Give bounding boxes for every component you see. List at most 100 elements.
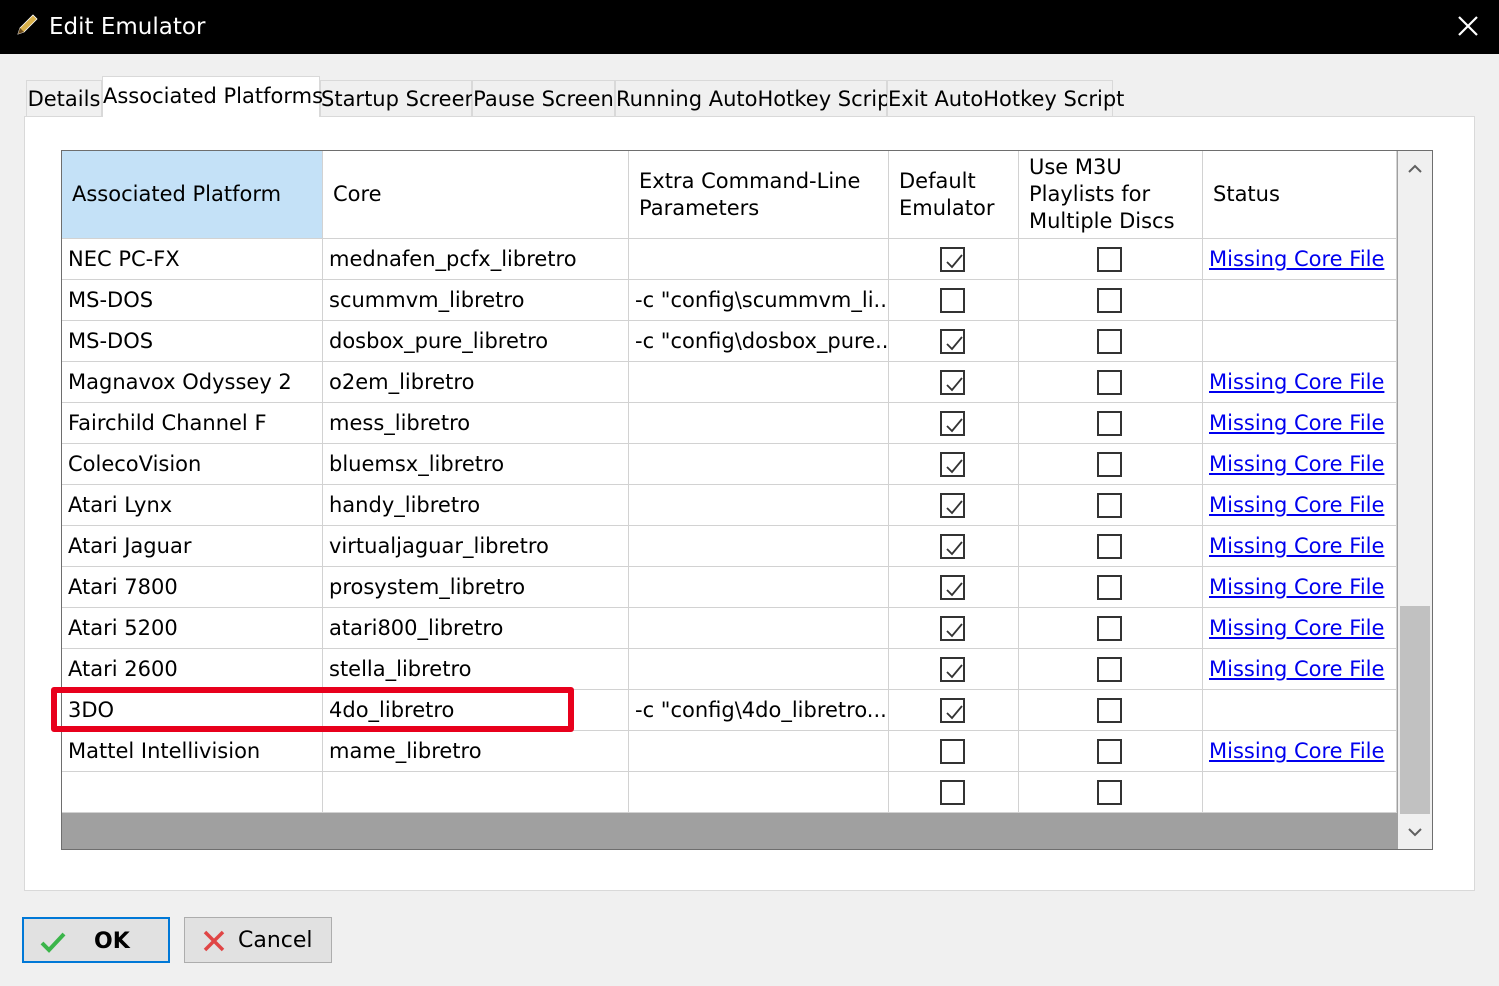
default-emulator-checkbox[interactable] [940,329,965,354]
column-header-default[interactable]: Default Emulator [889,151,1019,239]
vertical-scrollbar[interactable] [1398,151,1432,849]
cell-platform[interactable] [62,772,323,813]
cell-core[interactable]: stella_libretro [323,649,629,690]
default-emulator-checkbox[interactable] [940,616,965,641]
cell-m3u[interactable] [1019,567,1203,608]
tab-running-autohotkey-script[interactable]: Running AutoHotkey Script [615,80,899,116]
cell-m3u[interactable] [1019,239,1203,280]
default-emulator-checkbox[interactable] [940,493,965,518]
default-emulator-checkbox[interactable] [940,452,965,477]
cell-platform[interactable]: Atari Jaguar [62,526,323,567]
ok-button[interactable]: OK [22,917,170,963]
cell-m3u[interactable] [1019,403,1203,444]
cell-core[interactable]: prosystem_libretro [323,567,629,608]
cell-m3u[interactable] [1019,690,1203,731]
cell-status[interactable]: Missing Core File [1203,362,1397,403]
cell-params[interactable]: -c "config\scummvm_li... [629,280,889,321]
cell-default[interactable] [889,526,1019,567]
cell-params[interactable] [629,526,889,567]
cell-core[interactable]: handy_libretro [323,485,629,526]
m3u-playlist-checkbox[interactable] [1097,247,1122,272]
cell-status[interactable]: Missing Core File [1203,608,1397,649]
column-header-params[interactable]: Extra Command-Line Parameters [629,151,889,239]
cell-default[interactable] [889,731,1019,772]
cell-default[interactable] [889,403,1019,444]
cancel-button[interactable]: Cancel [184,917,332,963]
table-row[interactable]: Atari 2600 stella_libretro Missing Core Fi… [62,649,1397,690]
m3u-playlist-checkbox[interactable] [1097,452,1122,477]
cell-core[interactable]: dosbox_pure_libretro [323,321,629,362]
cell-platform[interactable]: NEC PC-FX [62,239,323,280]
default-emulator-checkbox[interactable] [940,780,965,805]
m3u-playlist-checkbox[interactable] [1097,575,1122,600]
m3u-playlist-checkbox[interactable] [1097,288,1122,313]
default-emulator-checkbox[interactable] [940,411,965,436]
m3u-playlist-checkbox[interactable] [1097,493,1122,518]
cell-default[interactable] [889,485,1019,526]
table-row[interactable]: Atari Jaguar virtualjaguar_libretro Missin… [62,526,1397,567]
missing-core-file-link[interactable]: Missing Core File [1209,616,1384,640]
cell-m3u[interactable] [1019,731,1203,772]
column-header-core[interactable]: Core [323,151,629,239]
chevron-up-icon[interactable] [1398,151,1432,185]
cell-params[interactable] [629,485,889,526]
cell-platform[interactable]: Mattel Intellivision [62,731,323,772]
cell-default[interactable] [889,239,1019,280]
cell-core[interactable]: virtualjaguar_libretro [323,526,629,567]
cell-params[interactable] [629,731,889,772]
cell-status[interactable] [1203,690,1397,731]
cell-core[interactable]: 4do_libretro [323,690,629,731]
default-emulator-checkbox[interactable] [940,575,965,600]
cell-params[interactable] [629,772,889,813]
m3u-playlist-checkbox[interactable] [1097,329,1122,354]
cell-params[interactable]: -c "config\dosbox_pure... [629,321,889,362]
close-icon[interactable] [1448,8,1488,46]
cell-platform[interactable]: MS-DOS [62,321,323,362]
cell-core[interactable]: o2em_libretro [323,362,629,403]
cell-platform[interactable]: MS-DOS [62,280,323,321]
cell-params[interactable] [629,567,889,608]
missing-core-file-link[interactable]: Missing Core File [1209,534,1384,558]
tab-associated-platforms[interactable]: Associated Platforms [102,76,323,117]
table-row[interactable]: Fairchild Channel Fmess_libretro Missing … [62,403,1397,444]
cell-status[interactable] [1203,280,1397,321]
cell-m3u[interactable] [1019,649,1203,690]
column-header-m3u[interactable]: Use M3U Playlists for Multiple Discs [1019,151,1203,239]
cell-m3u[interactable] [1019,362,1203,403]
cell-params[interactable]: -c "config\4do_libretro.... [629,690,889,731]
cell-m3u[interactable] [1019,608,1203,649]
cell-params[interactable] [629,403,889,444]
chevron-down-icon[interactable] [1398,815,1432,849]
table-row[interactable]: MS-DOS dosbox_pure_libretro -c "config\dos… [62,321,1397,362]
cell-status[interactable]: Missing Core File [1203,403,1397,444]
cell-platform[interactable]: Fairchild Channel F [62,403,323,444]
missing-core-file-link[interactable]: Missing Core File [1209,452,1384,476]
table-row[interactable] [62,772,1397,813]
cell-default[interactable] [889,649,1019,690]
table-row[interactable]: Atari Lynx handy_libretro Missing Core Fil… [62,485,1397,526]
cell-params[interactable] [629,362,889,403]
cell-core[interactable]: mame_libretro [323,731,629,772]
missing-core-file-link[interactable]: Missing Core File [1209,739,1384,763]
tab-exit-autohotkey-script[interactable]: Exit AutoHotkey Script [887,80,1124,116]
cell-m3u[interactable] [1019,280,1203,321]
default-emulator-checkbox[interactable] [940,534,965,559]
cell-default[interactable] [889,280,1019,321]
m3u-playlist-checkbox[interactable] [1097,370,1122,395]
table-row[interactable]: ColecoVision bluemsx_libretro Missing Core… [62,444,1397,485]
cell-default[interactable] [889,362,1019,403]
m3u-playlist-checkbox[interactable] [1097,657,1122,682]
default-emulator-checkbox[interactable] [940,247,965,272]
cell-params[interactable] [629,239,889,280]
missing-core-file-link[interactable]: Missing Core File [1209,493,1384,517]
cell-params[interactable] [629,444,889,485]
cell-default[interactable] [889,567,1019,608]
cell-default[interactable] [889,608,1019,649]
column-header-platform[interactable]: Associated Platform [62,151,323,239]
default-emulator-checkbox[interactable] [940,370,965,395]
m3u-playlist-checkbox[interactable] [1097,411,1122,436]
cell-status[interactable]: Missing Core File [1203,444,1397,485]
tab-details[interactable]: Details [26,80,102,116]
table-row[interactable]: MS-DOS scummvm_libretro -c "config\scummvm… [62,280,1397,321]
cell-m3u[interactable] [1019,772,1203,813]
